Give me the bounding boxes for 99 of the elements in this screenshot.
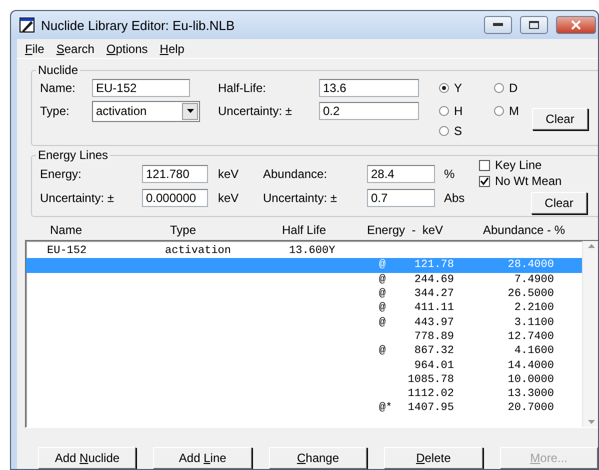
table-cell-text: 867.32: [413, 345, 454, 358]
unit-label: %: [444, 167, 456, 181]
menu-item[interactable]: Search: [50, 42, 100, 56]
action-button[interactable]: Add Line: [153, 447, 252, 469]
clear-button[interactable]: Clear: [531, 192, 587, 214]
list-row[interactable]: 778.89 12.7400: [26, 330, 582, 344]
energy-uncertainty-field[interactable]: 0.000000: [142, 189, 208, 207]
list-row[interactable]: 1112.02 13.3000: [26, 386, 582, 402]
unit-label: keV: [218, 191, 240, 205]
list-row[interactable]: @ 411.11 2.2100: [26, 301, 582, 316]
minimize-icon: [493, 23, 503, 27]
list-row[interactable]: @ 244.69 7.4900: [26, 272, 582, 287]
menu-item[interactable]: File: [19, 42, 50, 56]
table-cell-text: 2.2100: [513, 302, 554, 314]
table-cell-text: 4.1600: [513, 345, 554, 358]
field-label: Name:: [40, 81, 76, 95]
table-cell-text: @*: [379, 402, 394, 414]
maximize-button[interactable]: [520, 16, 548, 34]
checkmark-icon: [480, 176, 489, 186]
checkbox[interactable]: Key Line: [479, 158, 542, 172]
table-cell-text: EU-152: [47, 245, 88, 258]
action-button[interactable]: Delete: [384, 447, 483, 469]
radio-button[interactable]: H: [439, 104, 463, 118]
table-cell-text: 14.4000: [506, 360, 554, 372]
radio-button[interactable]: D: [494, 81, 518, 95]
table-cell-text: 26.5000: [506, 288, 554, 300]
field-label: Energy:: [40, 167, 82, 181]
table-cell-text: 28.4000: [506, 259, 554, 272]
column-header: Half Life: [282, 223, 328, 237]
table-cell-text: 1407.95: [406, 402, 454, 414]
column-header: Energy - keV: [367, 223, 444, 237]
table-cell-text: 778.89: [413, 330, 454, 343]
action-button[interactable]: Change: [268, 447, 368, 469]
scroll-up-icon[interactable]: [588, 244, 595, 248]
pencil-document-icon: [19, 17, 35, 33]
radio-button[interactable]: Y: [439, 81, 462, 95]
table-cell-text: @: [379, 259, 387, 272]
table-cell-text: 10.0000: [506, 374, 554, 386]
close-button[interactable]: [556, 16, 596, 34]
list-row[interactable]: @ 344.27 26.5000: [26, 286, 582, 302]
table-cell-text: 411.11: [413, 302, 454, 314]
table-cell-text: @: [379, 274, 387, 286]
group-label: Nuclide: [37, 63, 80, 77]
list-row[interactable]: 1085.78 10.0000: [26, 372, 582, 387]
field-label: Half-Life:: [218, 81, 268, 95]
field-label: Uncertainty: ±: [218, 104, 293, 118]
table-cell-text: 1085.78: [406, 374, 454, 386]
minimize-button[interactable]: [484, 16, 512, 34]
unit-label: Abs: [444, 191, 466, 205]
type-dropdown[interactable]: activation: [92, 100, 200, 122]
table-cell-text: @: [379, 302, 387, 314]
column-header: Type: [170, 223, 198, 237]
unit-label: keV: [218, 167, 240, 181]
table-cell-text: 20.7000: [506, 402, 554, 414]
field-label: Uncertainty: ±: [40, 191, 115, 205]
scroll-down-icon[interactable]: [588, 420, 595, 424]
list-row[interactable]: @ 443.97 3.1100: [26, 315, 582, 330]
table-cell-text: 443.97: [413, 316, 454, 329]
table-cell-text: activation: [165, 245, 232, 258]
column-header: Name: [50, 223, 84, 237]
table-cell-text: 13.3000: [506, 388, 554, 400]
table-cell-text: @: [379, 345, 387, 358]
table-cell-text: 964.01: [413, 360, 454, 372]
radio-button[interactable]: S: [439, 124, 462, 138]
table-cell-text: 244.69: [413, 274, 454, 286]
table-cell-text: @: [379, 316, 387, 329]
radio-button[interactable]: M: [494, 104, 519, 118]
list-row[interactable]: @ 867.32 4.1600: [26, 344, 582, 358]
field-label: Uncertainty: ±: [263, 191, 338, 205]
table-cell-text: 13.600Y: [289, 245, 336, 258]
maximize-icon: [529, 21, 539, 29]
table-cell-text: 12.7400: [506, 330, 554, 343]
checkbox[interactable]: No Wt Mean: [479, 174, 562, 188]
clear-button[interactable]: Clear: [532, 108, 588, 130]
action-button[interactable]: Add Nuclide: [38, 447, 136, 469]
list-row[interactable]: @* 1407.95 20.7000: [26, 401, 582, 416]
window-title: Nuclide Library Editor: Eu-lib.NLB: [41, 18, 236, 32]
close-icon: [571, 20, 581, 30]
table-cell-text: 7.4900: [513, 274, 554, 286]
field-label: Abundance:: [263, 167, 328, 181]
energy-field[interactable]: 121.780: [142, 165, 208, 183]
list-row[interactable]: 964.01 14.4000: [26, 358, 582, 373]
menu-item[interactable]: Help: [154, 42, 190, 56]
table-cell-text: 344.27: [413, 288, 454, 300]
menu-item[interactable]: Options: [100, 42, 154, 56]
table-cell-text: 121.78: [413, 259, 454, 272]
name-field[interactable]: EU-152: [92, 79, 190, 97]
half-life-field[interactable]: 13.6: [319, 79, 419, 97]
column-header: Abundance - %: [483, 223, 566, 237]
field-label: Type:: [40, 104, 70, 118]
group-label: Energy Lines: [37, 148, 110, 162]
scrollbar[interactable]: [582, 241, 598, 427]
table-cell-text: @: [379, 288, 387, 300]
abundance-uncertainty-field[interactable]: 0.7: [367, 189, 435, 207]
table-cell-text: 3.1100: [513, 316, 554, 329]
abundance-field[interactable]: 28.4: [367, 165, 435, 183]
uncertainty-field[interactable]: 0.2: [319, 102, 419, 120]
dropdown-arrow-icon: [186, 109, 194, 113]
table-cell-text: 1112.02: [406, 388, 454, 400]
